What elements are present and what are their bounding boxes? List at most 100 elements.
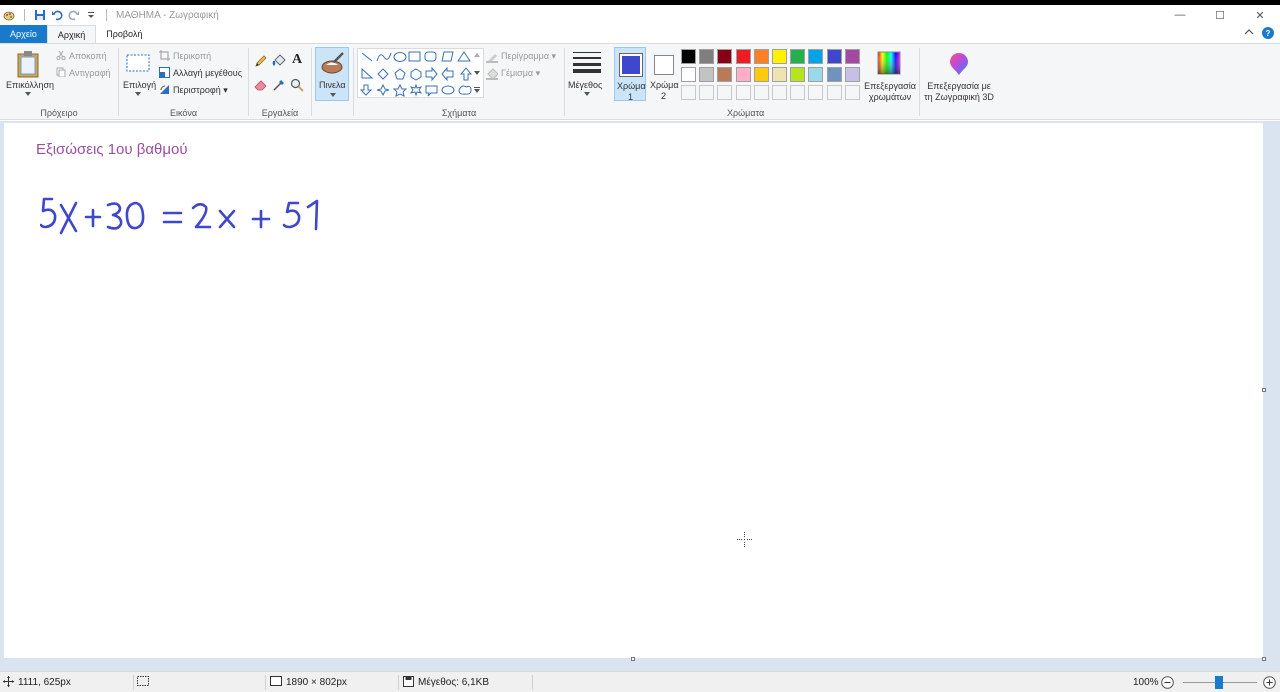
palette-swatch[interactable] bbox=[844, 49, 860, 64]
fill-label[interactable]: Γέμισμα ▾ bbox=[501, 68, 540, 79]
tab-file[interactable]: Αρχείο bbox=[0, 25, 47, 43]
select-icon[interactable] bbox=[125, 52, 151, 74]
palette-custom-slot[interactable] bbox=[844, 85, 860, 101]
palette-custom-slot[interactable] bbox=[808, 85, 824, 101]
resize-icon bbox=[159, 67, 170, 78]
palette-swatch[interactable] bbox=[790, 49, 806, 64]
chevron-down-icon[interactable] bbox=[24, 91, 32, 97]
palette-swatch[interactable] bbox=[844, 67, 860, 83]
chevron-down-icon bbox=[330, 92, 336, 98]
chevron-down-icon[interactable] bbox=[583, 91, 591, 97]
palette-swatch[interactable] bbox=[699, 49, 715, 64]
canvas-resize-handle-corner[interactable] bbox=[1262, 657, 1266, 661]
palette-swatch[interactable] bbox=[717, 67, 733, 83]
expand-gallery-icon[interactable] bbox=[473, 86, 481, 94]
resize-label[interactable]: Αλλαγή μεγέθους bbox=[173, 68, 242, 78]
size-group: Μέγεθος bbox=[565, 44, 610, 120]
line-size-icon[interactable] bbox=[572, 50, 602, 74]
eraser-icon[interactable] bbox=[254, 78, 268, 92]
ribbon: Επικόλληση Αποκοπή Αντιγραφή Πρόχειρο Επ… bbox=[0, 43, 1280, 120]
palette-swatch[interactable] bbox=[753, 49, 769, 64]
copy-icon bbox=[56, 67, 66, 77]
palette-swatch[interactable] bbox=[735, 49, 751, 64]
crop-icon bbox=[159, 50, 170, 61]
crop-label[interactable]: Περικοπή bbox=[173, 51, 211, 61]
canvas-resize-handle-bottom[interactable] bbox=[631, 657, 635, 661]
undo-icon[interactable] bbox=[51, 9, 63, 21]
tab-home[interactable]: Αρχική bbox=[46, 25, 97, 43]
zoom-slider-thumb[interactable] bbox=[1215, 676, 1223, 689]
palette-custom-slot[interactable] bbox=[772, 85, 787, 101]
brushes-button[interactable]: Πινελα bbox=[315, 47, 349, 101]
paste-label[interactable]: Επικόλληση bbox=[6, 80, 54, 90]
maximize-button[interactable]: ☐ bbox=[1200, 5, 1240, 25]
save-icon[interactable] bbox=[34, 9, 46, 21]
palette-custom-slot[interactable] bbox=[826, 85, 842, 101]
palette-custom-slot[interactable] bbox=[699, 85, 715, 101]
shapes-group: Περίγραμμα ▾ Γέμισμα ▾ Σχήματα bbox=[354, 44, 564, 120]
selection-size bbox=[137, 672, 149, 692]
palette-swatch[interactable] bbox=[826, 49, 842, 64]
redo-icon[interactable] bbox=[68, 9, 80, 21]
drawing-canvas[interactable]: Εξισώσεις 1ου βαθμού bbox=[4, 123, 1263, 658]
chevron-up-icon[interactable] bbox=[473, 51, 481, 59]
cut-label[interactable]: Αποκοπή bbox=[69, 51, 107, 61]
palette-custom-slot[interactable] bbox=[790, 85, 806, 101]
fill-label-text: Γέμισμα bbox=[501, 68, 534, 78]
chevron-down-icon[interactable] bbox=[473, 69, 481, 77]
palette-swatch[interactable] bbox=[699, 67, 715, 83]
palette-swatch[interactable] bbox=[826, 67, 842, 83]
zoom-in-icon bbox=[1263, 676, 1276, 689]
fill-bucket-icon[interactable] bbox=[272, 54, 286, 68]
canvas-resize-handle-right[interactable] bbox=[1262, 388, 1266, 392]
select-label[interactable]: Επιλογή bbox=[123, 80, 156, 90]
tab-view[interactable]: Προβολή bbox=[96, 25, 152, 43]
palette-swatch[interactable] bbox=[808, 49, 824, 64]
outline-label[interactable]: Περίγραμμα ▾ bbox=[501, 51, 556, 62]
separator bbox=[133, 675, 134, 690]
quick-access-toolbar: ΜΑΘΗΜΑ - Ζωγραφική bbox=[0, 5, 219, 25]
text-tool-icon[interactable]: A bbox=[290, 52, 304, 67]
size-label[interactable]: Μέγεθος bbox=[568, 80, 602, 90]
handwritten-equation bbox=[40, 197, 319, 235]
magnifier-icon[interactable] bbox=[290, 78, 304, 92]
palette-custom-slot[interactable] bbox=[717, 85, 733, 101]
rotate-label[interactable]: Περιστροφή ▾ bbox=[173, 85, 228, 96]
customize-quick-access-icon[interactable] bbox=[85, 9, 97, 21]
palette-swatch[interactable] bbox=[772, 67, 787, 83]
color-1-button[interactable]: Χρώμα 1 bbox=[614, 47, 646, 102]
palette-custom-slot[interactable] bbox=[735, 85, 751, 101]
edit-with-paint3d-button[interactable]: Επεξεργασία με τη Ζωγραφική 3D bbox=[922, 47, 996, 103]
pencil-icon[interactable] bbox=[254, 54, 268, 68]
copy-label[interactable]: Αντιγραφή bbox=[69, 68, 111, 78]
zoom-out-button[interactable] bbox=[1161, 672, 1174, 692]
outline-icon bbox=[486, 51, 498, 63]
palette-swatch[interactable] bbox=[681, 49, 696, 64]
minimize-button[interactable]: — bbox=[1160, 5, 1200, 25]
color-picker-icon[interactable] bbox=[272, 78, 286, 92]
palette-custom-slot[interactable] bbox=[681, 85, 696, 101]
palette-swatch[interactable] bbox=[772, 49, 787, 64]
paint-app-icon[interactable] bbox=[3, 9, 15, 21]
help-icon[interactable]: ? bbox=[1262, 27, 1274, 39]
palette-custom-slot[interactable] bbox=[753, 85, 769, 101]
palette-swatch[interactable] bbox=[735, 67, 751, 83]
chevron-down-icon[interactable] bbox=[134, 91, 142, 97]
close-button[interactable]: ✕ bbox=[1240, 5, 1280, 25]
collapse-ribbon-icon[interactable] bbox=[1244, 28, 1254, 38]
zoom-in-button[interactable] bbox=[1263, 672, 1276, 692]
palette-swatch[interactable] bbox=[717, 49, 733, 64]
status-bar: 1111, 625px 1890 × 802px Μέγεθος: 6,1KB … bbox=[0, 671, 1280, 692]
paste-icon[interactable] bbox=[15, 49, 41, 79]
shapes-gallery-scroll[interactable] bbox=[472, 49, 483, 97]
palette-swatch[interactable] bbox=[753, 67, 769, 83]
shapes-gallery-icons bbox=[359, 51, 473, 97]
image-size: 1890 × 802px bbox=[270, 672, 347, 692]
palette-swatch[interactable] bbox=[808, 67, 824, 83]
group-separator bbox=[311, 48, 312, 116]
shapes-gallery[interactable] bbox=[357, 48, 484, 98]
palette-swatch[interactable] bbox=[681, 67, 696, 83]
edit-colors-button[interactable]: Επεξεργασία χρωμάτων bbox=[862, 47, 916, 103]
palette-swatch[interactable] bbox=[790, 67, 806, 83]
color-2-button[interactable]: Χρώμα 2 bbox=[649, 47, 681, 101]
